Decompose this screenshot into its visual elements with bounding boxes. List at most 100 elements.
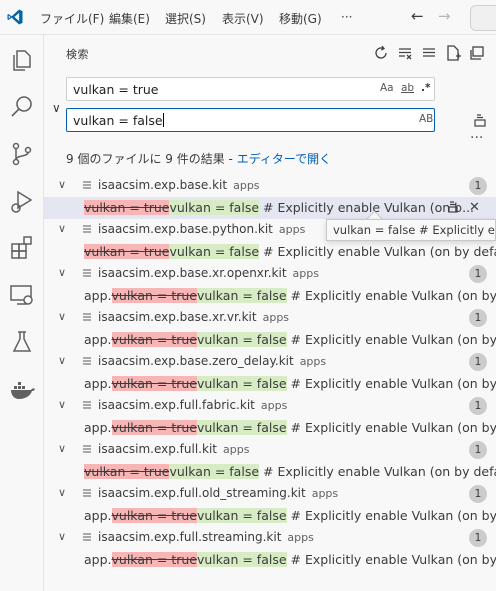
match-count-badge: 1 <box>469 265 487 283</box>
match-inserted-text: vulkan = false <box>196 332 287 347</box>
use-regex-option[interactable]: .* <box>421 82 430 94</box>
menu-more[interactable]: ··· <box>341 10 352 24</box>
file-icon <box>83 533 91 541</box>
match-result-row[interactable]: app.vulkan = truevulkan = false # Explic… <box>44 285 496 307</box>
match-inserted-text: vulkan = false <box>196 420 287 435</box>
file-name-text: isaacsim.exp.full.kit <box>98 442 217 456</box>
file-icon <box>83 313 91 321</box>
match-inserted-text: vulkan = false <box>196 288 287 303</box>
new-search-editor-icon[interactable] <box>444 44 462 62</box>
chevron-down-icon[interactable]: ∨ <box>58 266 66 279</box>
menu-file[interactable]: ファイル(F) <box>40 10 104 27</box>
explorer-icon[interactable] <box>8 46 36 74</box>
file-name: isaacsim.exp.full.streaming.kit apps <box>98 530 314 544</box>
search-input[interactable]: vulkan = true Aa ab .* <box>66 77 435 101</box>
toggle-replace-chevron-icon[interactable]: ∨ <box>52 101 61 115</box>
source-control-icon[interactable] <box>8 140 36 168</box>
match-result-row[interactable]: app.vulkan = truevulkan = false # Explic… <box>44 417 496 439</box>
match-preview: vulkan = truevulkan = false # Explicitly… <box>84 244 496 259</box>
match-whole-word-option[interactable]: ab <box>401 82 414 94</box>
chevron-down-icon[interactable]: ∨ <box>58 178 66 191</box>
file-name: isaacsim.exp.base.zero_delay.kit apps <box>98 354 326 368</box>
chevron-down-icon[interactable]: ∨ <box>58 530 66 543</box>
match-deleted-text: vulkan = true <box>111 508 197 523</box>
chevron-down-icon[interactable]: ∨ <box>58 486 66 499</box>
results-summary: 9 個のファイルに 9 件の結果 - エディターで開く <box>66 150 331 167</box>
match-result-row[interactable]: app.vulkan = truevulkan = false # Explic… <box>44 329 496 351</box>
file-name-text: isaacsim.exp.full.fabric.kit <box>98 398 255 412</box>
search-icon[interactable] <box>8 93 36 121</box>
match-result-row[interactable]: app.vulkan = truevulkan = false # Explic… <box>44 373 496 395</box>
file-result-row[interactable]: ∨ isaacsim.exp.base.zero_delay.kit apps 1 <box>44 351 496 373</box>
menu-edit[interactable]: 編集(E) <box>109 10 150 27</box>
search-view: 検索 ∨ vulkan = true Aa ab .* vulkan = fal… <box>44 35 496 591</box>
chevron-down-icon[interactable]: ∨ <box>58 222 66 235</box>
view-as-tree-icon[interactable] <box>468 44 486 62</box>
menu-go[interactable]: 移動(G) <box>279 10 322 27</box>
file-result-row[interactable]: ∨ isaacsim.exp.full.kit apps 1 <box>44 439 496 461</box>
file-result-row[interactable]: ∨ isaacsim.exp.full.streaming.kit apps 1 <box>44 527 496 549</box>
match-result-row[interactable]: vulkan = truevulkan = false # Explicitly… <box>44 241 496 263</box>
file-directory: apps <box>287 531 314 544</box>
match-hover-tooltip: vulkan = false # Explicitly enable Vulka… <box>326 219 496 241</box>
file-icon <box>83 401 91 409</box>
match-suffix: # Explicitly enable Vulkan (on by defa..… <box>290 552 496 567</box>
open-in-editor-link[interactable]: エディターで開く <box>237 152 331 166</box>
match-count-badge: 1 <box>469 353 487 371</box>
extensions-icon[interactable] <box>8 234 36 262</box>
toggle-search-details-icon[interactable]: ··· <box>470 130 483 146</box>
menu-view[interactable]: 表示(V) <box>222 10 264 27</box>
file-name-text: isaacsim.exp.base.kit <box>98 178 228 192</box>
match-prefix: app. <box>84 288 112 303</box>
file-result-row[interactable]: ∨ isaacsim.exp.base.xr.vr.kit apps 1 <box>44 307 496 329</box>
run-debug-icon[interactable] <box>8 187 36 215</box>
chevron-down-icon[interactable]: ∨ <box>58 310 66 323</box>
chevron-down-icon[interactable]: ∨ <box>58 398 66 411</box>
menu-selection[interactable]: 選択(S) <box>165 10 206 27</box>
file-icon <box>83 225 91 233</box>
match-result-row[interactable]: app.vulkan = truevulkan = false # Explic… <box>44 505 496 527</box>
collapse-all-icon[interactable] <box>420 44 438 62</box>
file-directory: apps <box>292 267 319 280</box>
match-preview: app.vulkan = truevulkan = false # Explic… <box>84 288 496 303</box>
file-name-text: isaacsim.exp.base.zero_delay.kit <box>98 354 294 368</box>
file-result-row[interactable]: ∨ isaacsim.exp.full.fabric.kit apps 1 <box>44 395 496 417</box>
file-name: isaacsim.exp.base.kit apps <box>98 178 260 192</box>
arrow-right-icon[interactable]: → <box>438 7 451 25</box>
match-result-row[interactable]: vulkan = truevulkan = false # Explicitly… <box>44 197 496 219</box>
match-prefix: app. <box>84 552 112 567</box>
remote-explorer-icon[interactable] <box>8 281 36 309</box>
match-inserted-text: vulkan = false <box>196 552 287 567</box>
match-result-row[interactable]: vulkan = truevulkan = false # Explicitly… <box>44 461 496 483</box>
arrow-left-icon[interactable]: ← <box>411 7 424 25</box>
dismiss-close-icon[interactable]: ✕ <box>469 200 480 215</box>
file-directory: apps <box>278 223 306 236</box>
file-result-row[interactable]: ∨ isaacsim.exp.base.xr.openxr.kit apps 1 <box>44 263 496 285</box>
match-case-option[interactable]: Aa <box>380 82 394 94</box>
refresh-icon[interactable] <box>372 44 390 62</box>
match-result-row[interactable]: app.vulkan = truevulkan = false # Explic… <box>44 549 496 571</box>
testing-icon[interactable] <box>8 328 36 356</box>
match-deleted-text: vulkan = true <box>111 332 197 347</box>
match-suffix: # Explicitly enable Vulkan (on by defaul… <box>263 464 496 479</box>
match-inserted-text: vulkan = false <box>169 464 260 479</box>
chevron-down-icon[interactable]: ∨ <box>58 354 66 367</box>
preserve-case-option[interactable]: AB <box>419 113 433 125</box>
file-icon <box>83 269 91 277</box>
replace-all-icon[interactable] <box>472 112 488 132</box>
file-result-row[interactable]: ∨ isaacsim.exp.full.old_streaming.kit apps… <box>44 483 496 505</box>
match-deleted-text: vulkan = true <box>84 244 170 259</box>
file-result-row[interactable]: ∨ isaacsim.exp.base.kit apps 1 <box>44 175 496 197</box>
activity-bar <box>0 35 44 591</box>
file-icon <box>83 357 91 365</box>
chevron-down-icon[interactable]: ∨ <box>58 442 66 455</box>
match-deleted-text: vulkan = true <box>111 376 197 391</box>
file-directory: apps <box>262 311 290 324</box>
replace-icon[interactable] <box>446 200 460 218</box>
docker-icon[interactable] <box>8 375 36 403</box>
replace-input[interactable]: vulkan = false AB <box>66 108 435 132</box>
match-count-badge: 1 <box>469 177 487 195</box>
match-inserted-text: vulkan = false <box>169 200 260 215</box>
command-center[interactable] <box>470 5 496 31</box>
clear-results-icon[interactable] <box>396 44 414 62</box>
